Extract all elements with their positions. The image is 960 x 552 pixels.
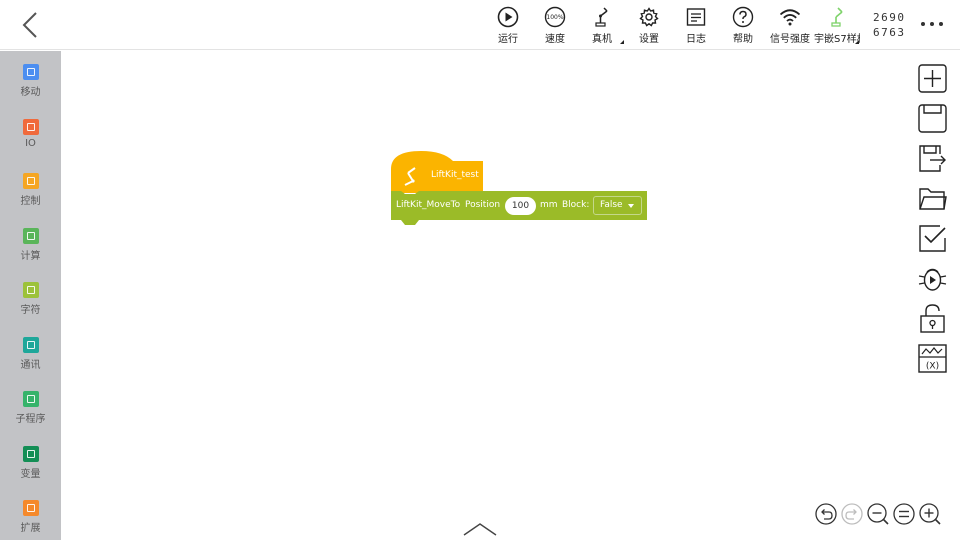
zoom-in-icon[interactable] xyxy=(919,503,941,525)
robot-arm-icon xyxy=(595,7,608,27)
serial-line-2: 6763 xyxy=(873,26,906,39)
chevron-up-icon[interactable] xyxy=(463,522,497,536)
signal-button[interactable]: 信号强度 xyxy=(767,6,813,48)
category-label: 子程序 xyxy=(15,414,46,425)
zoom-out-icon[interactable] xyxy=(867,503,889,525)
subroutine-icon xyxy=(22,391,39,407)
category-label: 变量 xyxy=(20,469,41,480)
control-icon xyxy=(22,173,39,189)
folder-icon[interactable] xyxy=(918,184,947,213)
help-button[interactable]: 帮助 xyxy=(720,6,766,48)
category-string[interactable]: 字符 xyxy=(0,282,61,334)
device-serial: 2690 6763 xyxy=(873,10,906,40)
dropdown-arrow-icon xyxy=(628,204,634,208)
category-subroutine[interactable]: 子程序 xyxy=(0,391,61,443)
hat-block-label: LiftKit_test xyxy=(431,170,479,180)
save-as-icon[interactable] xyxy=(918,144,947,173)
move-icon xyxy=(22,64,39,80)
speed-value: 100% xyxy=(546,14,563,21)
block-dropdown[interactable]: False xyxy=(593,196,642,215)
robot-arm-green-icon xyxy=(831,7,843,27)
settings-button[interactable]: 设置 xyxy=(626,6,672,48)
save-icon[interactable] xyxy=(918,104,947,133)
real-machine-button[interactable]: 真机 xyxy=(579,6,625,48)
comm-icon xyxy=(22,337,39,353)
category-label: 控制 xyxy=(20,196,41,207)
run-label: 运行 xyxy=(498,34,518,45)
block-category-sidebar: 移动 IO 控制 计算 字符 通讯 子程序 变量 扩展 xyxy=(0,51,61,540)
play-icon xyxy=(497,6,519,28)
category-comm[interactable]: 通讯 xyxy=(0,337,61,389)
help-icon xyxy=(732,6,754,28)
category-control[interactable]: 控制 xyxy=(0,173,61,225)
debug-bug-icon[interactable] xyxy=(918,264,947,293)
category-calc[interactable]: 计算 xyxy=(0,228,61,280)
log-label: 日志 xyxy=(686,34,706,45)
command-name: LiftKit_MoveTo xyxy=(396,200,461,210)
log-icon xyxy=(686,8,706,26)
category-label: 扩展 xyxy=(20,523,41,534)
string-icon xyxy=(22,282,39,298)
checklist-icon[interactable] xyxy=(918,224,947,253)
run-button[interactable]: 运行 xyxy=(485,6,531,48)
category-variable[interactable]: 变量 xyxy=(0,446,61,498)
speed-gauge-icon: 100% xyxy=(544,6,566,28)
category-extension[interactable]: 扩展 xyxy=(0,500,61,552)
zoom-reset-icon[interactable] xyxy=(893,503,915,525)
new-file-icon[interactable] xyxy=(918,64,947,93)
block-dropdown-value: False xyxy=(600,200,623,210)
back-arrow-icon[interactable] xyxy=(16,10,46,40)
gear-icon xyxy=(639,7,659,27)
category-move[interactable]: 移动 xyxy=(0,64,61,116)
speed-button[interactable]: 100% 速度 xyxy=(532,6,578,48)
calc-icon xyxy=(22,228,39,244)
settings-label: 设置 xyxy=(639,34,659,45)
category-io[interactable]: IO xyxy=(0,119,61,171)
device-label: 宇嵌S7样机 xyxy=(814,34,860,45)
category-label: IO xyxy=(25,138,36,149)
wifi-icon xyxy=(779,9,801,26)
variable-monitor-icon[interactable]: (X) xyxy=(918,344,947,373)
block-workspace[interactable] xyxy=(61,51,960,540)
log-button[interactable]: 日志 xyxy=(673,6,719,48)
block-label: Block: xyxy=(562,200,590,210)
position-label: Position xyxy=(465,200,501,210)
category-label: 计算 xyxy=(20,251,41,262)
variable-monitor-text: (X) xyxy=(926,362,939,372)
position-input[interactable]: 100 xyxy=(505,197,536,215)
extension-icon xyxy=(22,500,39,516)
category-label: 字符 xyxy=(20,305,41,316)
category-label: 通讯 xyxy=(20,360,41,371)
unit-label: mm xyxy=(540,200,558,210)
help-label: 帮助 xyxy=(733,34,753,45)
dropdown-corner-icon xyxy=(620,40,624,44)
unlock-icon[interactable] xyxy=(918,304,947,333)
signal-label: 信号强度 xyxy=(770,34,810,45)
category-label: 移动 xyxy=(20,87,41,98)
variable-icon xyxy=(22,446,39,462)
device-button[interactable]: 宇嵌S7样机 xyxy=(814,6,860,48)
dropdown-corner-icon xyxy=(855,40,859,44)
undo-icon[interactable] xyxy=(815,503,837,525)
more-icon[interactable] xyxy=(918,14,946,34)
redo-icon[interactable] xyxy=(841,503,863,525)
io-icon xyxy=(22,119,39,135)
real-machine-label: 真机 xyxy=(592,34,612,45)
serial-line-1: 2690 xyxy=(873,11,906,24)
top-toolbar: 运行 100% 速度 真机 设置 日志 帮助 信号强度 宇嵌S7样 2690 6… xyxy=(0,0,960,50)
speed-label: 速度 xyxy=(545,34,565,45)
